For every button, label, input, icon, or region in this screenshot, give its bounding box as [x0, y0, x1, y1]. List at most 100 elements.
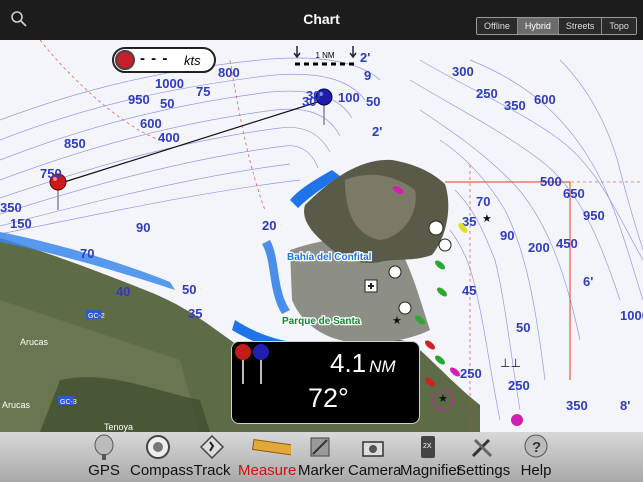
depth-label: 8': [620, 398, 630, 413]
help-button[interactable]: ? Help: [518, 432, 554, 482]
measure-label: Measure: [238, 462, 297, 479]
depth-label: 450: [556, 236, 578, 251]
magnifier-label: Magnifier: [400, 462, 462, 479]
measure-pins-icon: [235, 344, 269, 384]
depth-label: 400: [158, 130, 180, 145]
depth-label: 950: [583, 208, 605, 223]
measure-bearing: 72°: [308, 383, 349, 413]
help-icon: ?: [524, 434, 548, 458]
speed-value: - - -: [140, 50, 169, 67]
settings-icon: [471, 438, 493, 458]
depth-label: 9: [364, 68, 371, 83]
measure-distance-unit: NM: [369, 357, 396, 376]
gps-label: GPS: [88, 462, 120, 479]
magnifier-button[interactable]: 2X Magnifier: [400, 432, 462, 482]
scale-label: 1 NM: [315, 51, 335, 60]
depth-label: 100: [338, 90, 360, 105]
ruler-icon: [251, 439, 291, 457]
depth-label: 75: [196, 84, 210, 99]
svg-text:⊥⊥: ⊥⊥: [500, 356, 521, 370]
depth-label: 30: [306, 88, 320, 103]
depth-label: 6': [583, 274, 593, 289]
road-label: GC-3: [60, 399, 77, 406]
speed-unit: kts: [184, 53, 201, 68]
marker-icon: [310, 437, 330, 457]
camera-label: Camera: [348, 462, 402, 479]
settings-button[interactable]: Settings: [456, 432, 511, 482]
depth-label: 750: [40, 166, 62, 181]
compass-icon: [146, 435, 170, 459]
depth-label: 850: [64, 136, 86, 151]
nautical-chart-map[interactable]: 50 75 800 30 2' 1000 950 600 400 850 750…: [0, 40, 643, 432]
depth-label: 90: [136, 220, 150, 235]
depth-label: 950: [128, 92, 150, 107]
depth-label: 250: [460, 366, 482, 381]
scale-bar: 1 NM: [293, 44, 357, 70]
bay-label: Bahía del Confital: [287, 252, 372, 263]
map-mode-topo[interactable]: Topo: [602, 18, 636, 34]
track-icon: [199, 434, 225, 460]
depth-label: 70: [476, 194, 490, 209]
depth-label: 90: [500, 228, 514, 243]
map-mode-hybrid[interactable]: Hybrid: [517, 18, 559, 34]
depth-label: 350: [0, 200, 22, 215]
depth-label: 600: [140, 116, 162, 131]
depth-label: 250: [508, 378, 530, 393]
map-mode-streets[interactable]: Streets: [558, 18, 603, 34]
depth-label: 500: [540, 174, 562, 189]
road-label: GC-2: [88, 313, 105, 320]
top-bar: Chart Offline Hybrid Streets Topo: [0, 0, 643, 40]
map-mode-offline[interactable]: Offline: [477, 18, 518, 34]
depth-label: 50: [160, 96, 174, 111]
depth-label: 2': [372, 124, 382, 139]
measure-line: [57, 99, 325, 185]
town-label: Tenoya: [104, 422, 133, 432]
measure-distance: 4.1 NM: [330, 348, 396, 379]
svg-text:2X: 2X: [423, 443, 432, 450]
magnifier-icon: 2X: [421, 436, 435, 458]
camera-icon: [362, 441, 384, 457]
depth-label: 40: [116, 284, 130, 299]
depth-label: 350: [504, 98, 526, 113]
help-label: Help: [520, 462, 552, 479]
svg-text:★: ★: [482, 213, 492, 225]
depth-label: 650: [563, 186, 585, 201]
camera-button[interactable]: Camera: [348, 432, 402, 482]
map-mode-segmented-control: Offline Hybrid Streets Topo: [476, 17, 637, 35]
svg-text:?: ?: [532, 439, 541, 456]
park-label: Parque de Santa: [282, 316, 361, 327]
depth-label: 1000: [155, 76, 184, 91]
measure-readout-panel: 4.1 NM 72°: [231, 341, 420, 424]
track-label: Track: [193, 462, 231, 479]
depth-label: 200: [528, 240, 550, 255]
measure-distance-value: 4.1: [330, 348, 367, 378]
town-label: Arucas: [2, 400, 31, 410]
svg-text:★: ★: [392, 315, 402, 327]
depth-label: 50: [366, 94, 380, 109]
town-label: Arucas: [20, 337, 49, 347]
depth-label: 2': [360, 50, 370, 65]
depth-label: 50: [182, 282, 196, 297]
depth-label: 300: [452, 64, 474, 79]
depth-label: 250: [476, 86, 498, 101]
marker-button[interactable]: Marker: [298, 432, 345, 482]
track-button[interactable]: Track: [192, 432, 232, 482]
gps-button[interactable]: GPS: [86, 432, 122, 482]
depth-label: 50: [516, 320, 530, 335]
depth-label: 150: [10, 216, 32, 231]
speed-indicator[interactable]: - - - kts: [112, 47, 216, 73]
satellite-dish-icon: [94, 434, 114, 460]
speed-gauge-icon: [115, 50, 135, 70]
compass-button[interactable]: Compass: [130, 432, 194, 482]
marker-label: Marker: [298, 462, 345, 479]
measure-button[interactable]: Measure: [238, 432, 297, 482]
depth-label: 600: [534, 92, 556, 107]
depth-label: 45: [462, 283, 476, 298]
settings-label: Settings: [456, 462, 511, 479]
depth-label: 350: [566, 398, 588, 413]
compass-label: Compass: [130, 462, 194, 479]
depth-label: 800: [218, 65, 240, 80]
svg-text:★: ★: [438, 393, 448, 405]
depth-label: 1000: [620, 308, 643, 323]
depth-label: 70: [80, 246, 94, 261]
